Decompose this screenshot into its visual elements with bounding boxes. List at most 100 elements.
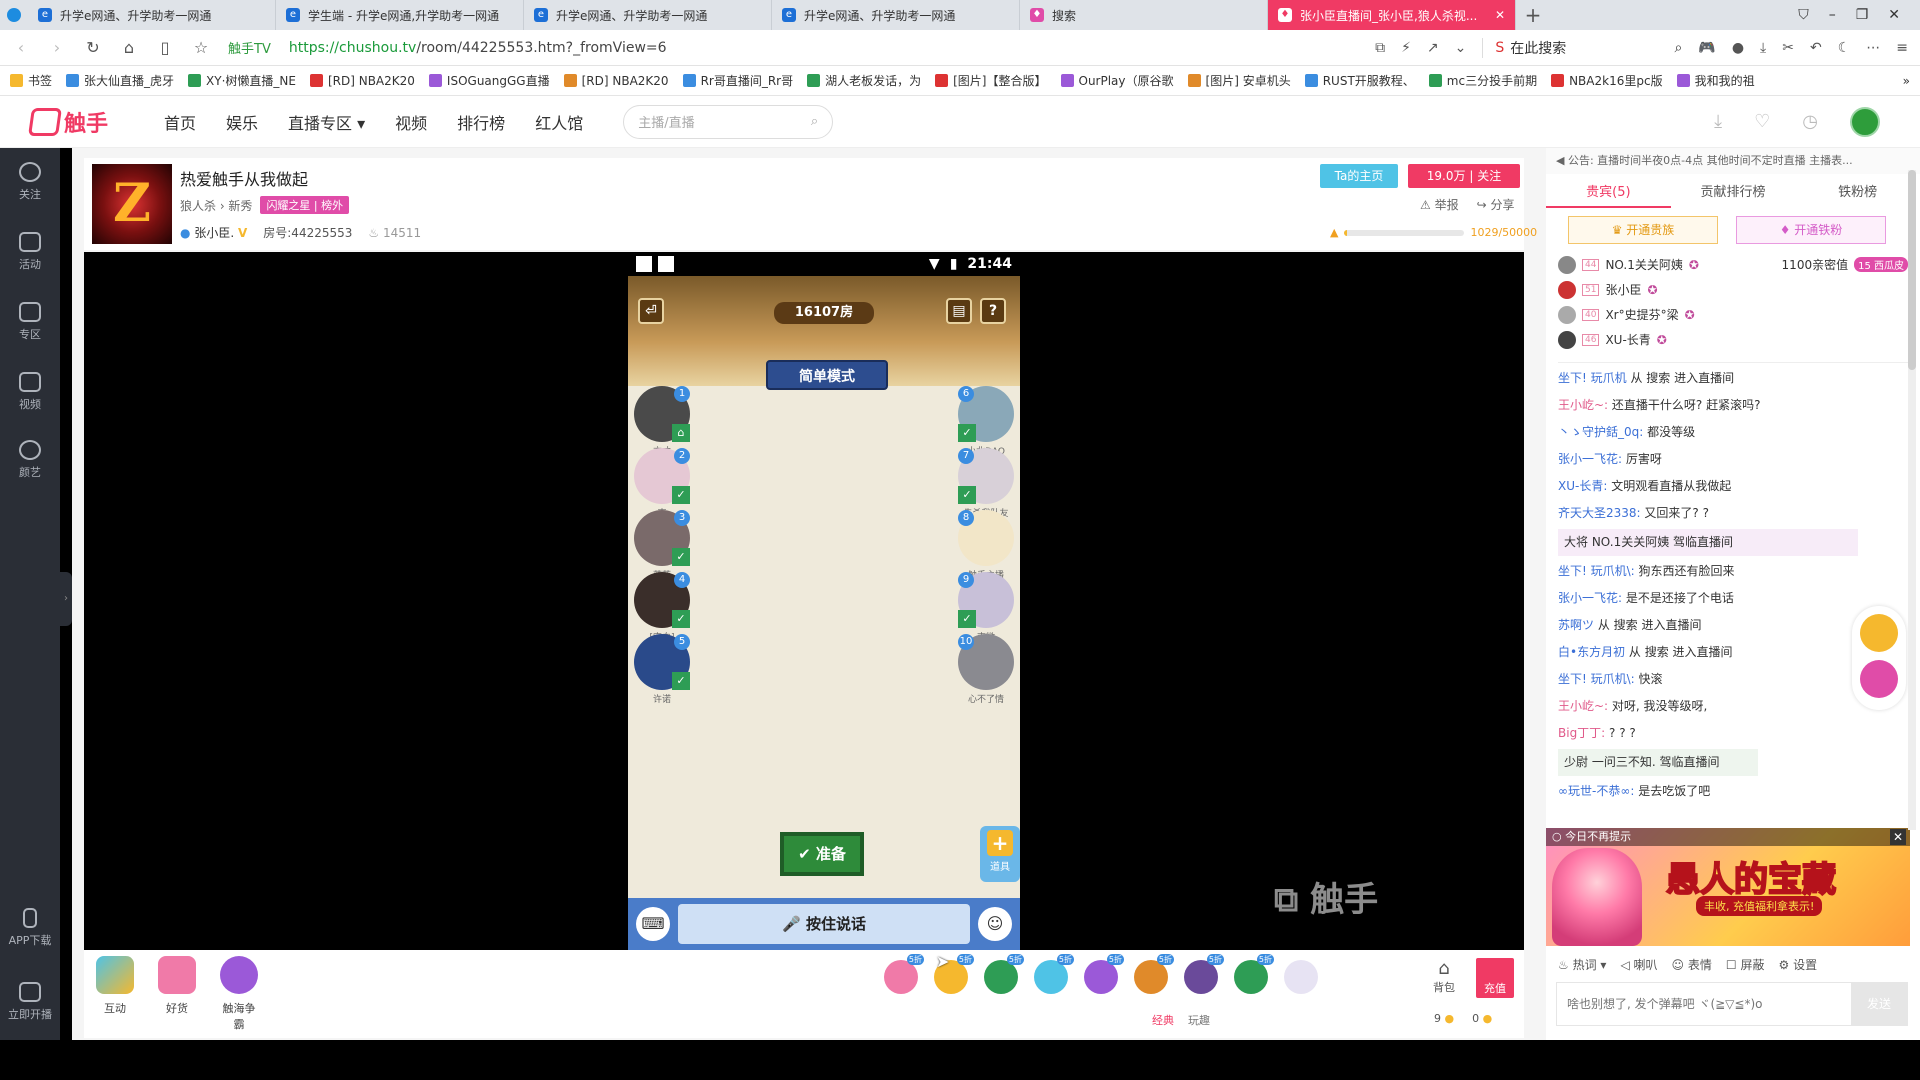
undo-icon[interactable]: ↶ <box>1810 40 1822 56</box>
player-seat[interactable]: 1⌂方才 <box>634 386 690 457</box>
search-icon[interactable]: ⌕ <box>1675 40 1683 56</box>
emoji-icon[interactable]: ☺ <box>978 907 1012 941</box>
bookmarks-more-icon[interactable]: » <box>1903 74 1910 88</box>
contest-button[interactable]: 触海争霸 <box>218 956 260 1032</box>
player-seat[interactable]: 7✓先杀我队友 <box>958 448 1014 519</box>
push-to-talk-button[interactable]: 🎤 按住说话 <box>678 904 970 944</box>
chat-username[interactable]: 王小屹~: <box>1558 398 1608 412</box>
star-icon[interactable]: ☆ <box>192 38 210 57</box>
tab-contribution[interactable]: 贡献排行榜 <box>1671 178 1796 208</box>
tab-close-icon[interactable]: ✕ <box>1495 8 1505 22</box>
minimize-icon[interactable]: – <box>1829 7 1836 23</box>
vip-row[interactable]: 51 张小臣 ✪ <box>1558 277 1908 302</box>
bookmark-item[interactable]: 我和我的祖 <box>1676 72 1755 89</box>
compat-icon[interactable]: ⧉ <box>1375 40 1385 56</box>
ready-button[interactable]: ✔ 准备 <box>780 832 864 876</box>
open-noble-button[interactable]: ♛ 开通贵族 <box>1568 216 1718 244</box>
chat-username[interactable]: 齐天大圣2338: <box>1558 506 1641 520</box>
ad-dismiss-label[interactable]: 今日不再提示 <box>1565 830 1631 843</box>
gift-item[interactable] <box>1284 960 1318 994</box>
nav-entertainment[interactable]: 娱乐 <box>226 110 258 134</box>
player-seat[interactable]: 10 心不了情 <box>958 634 1014 705</box>
host-avatar[interactable]: Z <box>92 164 172 244</box>
scissors-icon[interactable]: ✂ <box>1782 40 1794 56</box>
video-player[interactable]: ▼ ▮ 21:44 ⏎ ▤ ? 16107房 简单模式 1⌂方才2✓南3✓蓝蓝4… <box>84 252 1524 950</box>
tab-classic[interactable]: 经典 <box>1152 1012 1174 1028</box>
nav-rankings[interactable]: 排行榜 <box>457 110 505 134</box>
tab-fans[interactable]: 铁粉榜 <box>1795 178 1920 208</box>
chat-username[interactable]: 张小一飞花: <box>1558 452 1622 466</box>
open-fan-button[interactable]: ♦ 开通铁粉 <box>1736 216 1886 244</box>
bookmark-item[interactable]: Rr哥直播间_Rr哥 <box>682 72 793 89</box>
search-icon[interactable]: ⌕ <box>811 114 818 129</box>
nav-video[interactable]: 视频 <box>395 110 427 134</box>
bag-button[interactable]: ⌂ 背包 <box>1426 958 1462 995</box>
bookmark-item[interactable]: mc三分投手前期 <box>1428 72 1537 89</box>
browser-tab[interactable]: e 学生端 - 升学e网通,升学助考一网通 <box>276 0 524 30</box>
chat-username[interactable]: 白•东方月初 <box>1558 645 1625 659</box>
settings-button[interactable]: ⚙ 设置 <box>1778 956 1817 973</box>
browser-tab[interactable]: ♦ 搜索 <box>1020 0 1268 30</box>
heart-icon[interactable]: ♡ <box>1754 111 1770 132</box>
help-icon[interactable]: ? <box>980 298 1006 324</box>
vip-row[interactable]: 46 XU-长青 ✪ <box>1558 327 1908 352</box>
chat-username[interactable]: 王小屹~: <box>1558 699 1608 713</box>
recharge-button[interactable]: 充值 <box>1476 958 1514 998</box>
gift-item[interactable]: 5折 <box>984 954 1024 994</box>
bookmark-item[interactable]: XY·树懒直播_NE <box>188 72 296 89</box>
rail-start-stream[interactable]: 立即开播 <box>0 982 60 1022</box>
ad-banner[interactable]: ○ 今日不再提示 ✕ 愚人的宝藏 丰收, 充值福利拿表示! <box>1546 828 1910 946</box>
chat-username[interactable]: 丶ゝ守护銛_0q: <box>1558 425 1643 439</box>
category-link[interactable]: 狼人杀 › 新秀 <box>180 197 252 214</box>
bookmark-item[interactable]: [图片]【整合版】 <box>935 72 1047 89</box>
site-logo[interactable]: 触手 <box>0 106 140 138</box>
rail-video[interactable]: 视频 <box>0 372 60 412</box>
horn-button[interactable]: ◁ 喇叭 <box>1620 956 1657 973</box>
exit-icon[interactable]: ⏎ <box>638 298 664 324</box>
gift-item[interactable]: 5折 <box>1084 954 1124 994</box>
rail-follow[interactable]: 关注 <box>0 162 60 202</box>
gift-item[interactable]: 5折 <box>884 954 924 994</box>
gift-box-icon[interactable] <box>1860 660 1898 698</box>
refresh-icon[interactable]: ↻ <box>84 38 102 57</box>
nav-home[interactable]: 首页 <box>164 110 196 134</box>
rail-app-download[interactable]: APP下载 <box>0 908 60 948</box>
player-seat[interactable]: 2✓南 <box>634 448 690 519</box>
site-search-input[interactable]: 主播/直播 <box>638 112 694 131</box>
browser-tab[interactable]: e 升学e网通、升学助考一网通 <box>772 0 1020 30</box>
vip-row[interactable]: 40 Xr°史提芬°梁 ✪ <box>1558 302 1908 327</box>
history-icon[interactable]: ◷ <box>1802 111 1818 132</box>
menu-icon[interactable]: ≡ <box>1896 40 1908 56</box>
emoji-button[interactable]: ☺ 表情 <box>1672 956 1712 973</box>
browser-search[interactable]: S 在此搜索 ⌕ <box>1482 37 1683 58</box>
bookmark-item[interactable]: OurPlay（原谷歌 <box>1060 72 1174 89</box>
user-avatar[interactable] <box>1850 106 1880 137</box>
chat-input[interactable] <box>1557 983 1847 1025</box>
rail-activity[interactable]: 活动 <box>0 232 60 272</box>
vip-row[interactable]: 44 NO.1关关阿姨 ✪ 1100亲密值 15 西瓜皮 <box>1558 252 1908 277</box>
record-icon[interactable]: ▤ <box>946 298 972 324</box>
new-tab-button[interactable]: + <box>1516 3 1550 27</box>
site-search[interactable]: 主播/直播 ⌕ <box>623 104 834 139</box>
nav-live-zones[interactable]: 直播专区 ▾ <box>288 110 365 134</box>
game-icon[interactable]: 🎮 <box>1698 40 1715 56</box>
nav-stars[interactable]: 红人馆 <box>535 110 583 134</box>
chat-username[interactable]: ∞玩世-不恭∞: <box>1558 784 1634 798</box>
chevron-down-icon[interactable]: ⌄ <box>1455 40 1467 56</box>
more-icon[interactable]: ⋯ <box>1866 40 1880 56</box>
player-seat[interactable]: 8触手主播 <box>958 510 1014 581</box>
gift-item[interactable]: 5折 <box>1134 954 1174 994</box>
player-seat[interactable]: 4✓[空白] <box>634 572 690 643</box>
download-icon[interactable]: ⤓ <box>1714 111 1722 132</box>
player-seat[interactable]: 5 ✓ 许诺 <box>634 634 690 705</box>
chat-username[interactable]: 坐下! 玩爪机 <box>1558 371 1627 385</box>
close-icon[interactable]: ✕ <box>1890 829 1906 845</box>
host-name[interactable]: ● 张小臣. V <box>180 224 247 241</box>
share-icon[interactable]: ↗ <box>1427 40 1439 56</box>
keyboard-icon[interactable]: ⌨ <box>636 907 670 941</box>
bookmark-item[interactable]: RUST开服教程、 <box>1304 72 1415 89</box>
chat-username[interactable]: 苏啊ツ <box>1558 618 1594 632</box>
follow-button[interactable]: 19.0万 | 关注 <box>1408 164 1520 188</box>
rail-zone[interactable]: 专区 <box>0 302 60 342</box>
shop-button[interactable]: 好货 <box>156 956 198 1032</box>
